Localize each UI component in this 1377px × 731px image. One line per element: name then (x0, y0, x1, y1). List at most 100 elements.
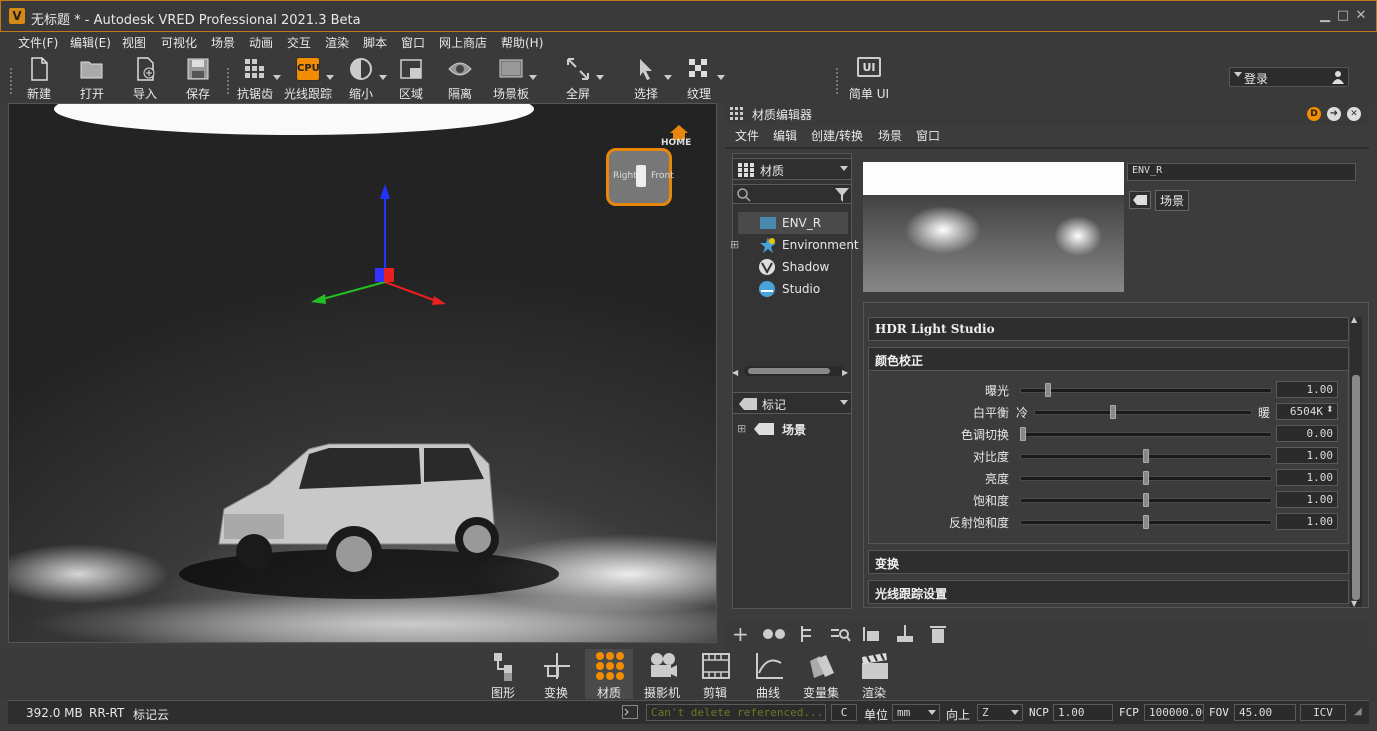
menu-file[interactable]: 文件(F) (18, 34, 58, 51)
me-menu-file[interactable]: 文件 (735, 127, 759, 144)
clear-message-button[interactable]: C (831, 704, 857, 721)
texture-button[interactable]: 纹理 (675, 55, 725, 101)
slider-value-input[interactable]: 1.00 (1276, 447, 1338, 464)
find-material-icon[interactable] (829, 625, 851, 643)
raytrace-button[interactable]: CPU 光线跟踪 (284, 55, 334, 101)
menu-interaction[interactable]: 交互 (287, 34, 311, 51)
material-item-environment[interactable]: ⊞ Environment (730, 234, 859, 256)
assign-material-icon[interactable] (862, 625, 882, 643)
menu-script[interactable]: 脚本 (363, 34, 387, 51)
slider-thumb[interactable] (1143, 493, 1149, 507)
tag-dropdown[interactable]: 标记 (732, 392, 852, 414)
slider-track[interactable] (1034, 410, 1252, 415)
chevron-down-icon[interactable] (326, 75, 334, 80)
dock-transform[interactable]: 变换 (532, 649, 580, 700)
home-button[interactable]: HOME (661, 124, 701, 150)
spinner-icon[interactable]: ⬍ (1326, 405, 1334, 415)
menu-view[interactable]: 视图 (122, 34, 146, 51)
me-menu-scene[interactable]: 场景 (878, 127, 902, 144)
fcp-input[interactable]: 100000.00 (1144, 704, 1204, 721)
slider-value-input[interactable]: 1.00 (1276, 381, 1338, 398)
maximize-button[interactable]: □ (1336, 9, 1350, 23)
unit-select[interactable]: mm (892, 704, 940, 721)
dock-curve[interactable]: 曲线 (744, 649, 792, 700)
render-viewport[interactable]: Right Front HOME (8, 103, 717, 643)
section-color-correction[interactable]: 颜色校正 (868, 347, 1349, 371)
slider-thumb[interactable] (1143, 449, 1149, 463)
menu-visualization[interactable]: 可视化 (161, 34, 197, 51)
slider-value-input[interactable]: 1.00 (1276, 513, 1338, 530)
terminal-icon[interactable] (622, 705, 638, 719)
section-raytracing-settings[interactable]: 光线跟踪设置 (868, 580, 1349, 604)
chevron-down-icon[interactable] (529, 75, 537, 80)
minimize-button[interactable]: ▁ (1318, 9, 1332, 23)
zoom-out-button[interactable]: 缩小 (337, 55, 387, 101)
ncp-input[interactable]: 1.00 (1053, 704, 1113, 721)
slider-value-input[interactable]: 0.00 (1276, 425, 1338, 442)
chevron-down-icon[interactable] (664, 75, 672, 80)
scroll-left-icon[interactable]: ◀ (732, 368, 738, 377)
properties-scrollbar[interactable]: ▲ ▼ (1350, 315, 1362, 608)
material-item-env-r[interactable]: ENV_R (738, 212, 848, 234)
slider-track[interactable] (1020, 388, 1272, 393)
select-button[interactable]: 选择 (622, 55, 672, 101)
chevron-down-icon[interactable] (717, 75, 725, 80)
close-icon[interactable]: ✕ (1347, 107, 1361, 121)
slider-thumb[interactable] (1044, 383, 1051, 397)
dock-render[interactable]: 渲染 (850, 649, 898, 700)
scroll-down-icon[interactable]: ▼ (1351, 599, 1357, 608)
dock-clip[interactable]: 剪辑 (691, 649, 739, 700)
trash-icon[interactable] (930, 624, 946, 644)
chevron-down-icon[interactable] (273, 75, 281, 80)
tag-cloud-label[interactable]: 标记云 (133, 706, 169, 723)
section-hdr-light-studio[interactable]: HDR Light Studio (868, 317, 1349, 341)
open-button[interactable]: 打开 (68, 55, 116, 101)
material-filter-dropdown[interactable]: 材质 (732, 158, 852, 180)
expand-plus-icon[interactable]: ⊞ (737, 422, 746, 435)
add-material-icon[interactable]: + (732, 622, 749, 646)
menu-window[interactable]: 窗口 (401, 34, 425, 51)
slider-value-input[interactable]: 1.00 (1276, 469, 1338, 486)
isolate-button[interactable]: 隔离 (436, 55, 484, 101)
fullscreen-button[interactable]: 全屏 (554, 55, 604, 101)
new-button[interactable]: 新建 (15, 55, 63, 101)
scene-tag-icon[interactable] (1129, 191, 1151, 209)
grid-handle-icon[interactable] (730, 107, 744, 121)
menu-webstore[interactable]: 网上商店 (439, 34, 487, 51)
menu-animation[interactable]: 动画 (249, 34, 273, 51)
slider-thumb[interactable] (1143, 471, 1149, 485)
brush-icon[interactable] (895, 624, 915, 644)
section-transform[interactable]: 变换 (868, 550, 1349, 574)
me-menu-window[interactable]: 窗口 (916, 127, 940, 144)
message-field[interactable]: Can't delete referenced... (646, 704, 826, 721)
material-item-studio[interactable]: Studio (738, 278, 848, 300)
login-dropdown[interactable]: 登录 (1229, 67, 1349, 87)
scroll-up-icon[interactable]: ▲ (1351, 315, 1357, 324)
icv-button[interactable]: ICV (1300, 704, 1346, 721)
scroll-right-icon[interactable]: ▶ (842, 368, 848, 377)
dock-badge-icon[interactable]: D (1307, 107, 1321, 121)
me-menu-create[interactable]: 创建/转换 (811, 127, 863, 144)
slider-thumb[interactable] (1143, 515, 1149, 529)
scene-tag-chip[interactable]: 场景 (1155, 190, 1190, 211)
chevron-down-icon[interactable] (379, 75, 387, 80)
chevron-down-icon[interactable] (596, 75, 604, 80)
import-button[interactable]: 导入 (121, 55, 169, 101)
resize-grip-icon[interactable]: ◢ (1354, 706, 1362, 717)
antialias-button[interactable]: 抗锯齿 (231, 55, 281, 101)
navigation-cube[interactable]: Right Front (606, 148, 674, 206)
material-search-input[interactable] (732, 184, 852, 204)
dock-variant-sets[interactable]: 变量集 (797, 649, 845, 700)
region-button[interactable]: 区域 (387, 55, 435, 101)
material-name-field[interactable]: ENV_R (1127, 163, 1356, 181)
arrow-right-icon[interactable]: ➜ (1327, 107, 1341, 121)
close-button[interactable]: ✕ (1354, 9, 1368, 23)
dock-graph[interactable]: 图形 (479, 649, 527, 700)
tree-structure-icon[interactable] (799, 625, 815, 643)
save-button[interactable]: 保存 (174, 55, 222, 101)
filter-funnel-icon[interactable] (835, 188, 849, 202)
material-item-shadow[interactable]: Shadow (738, 256, 848, 278)
simple-ui-button[interactable]: UI 简单 UI (845, 55, 893, 101)
material-list-scrollbar[interactable] (744, 366, 844, 376)
tag-tree-item[interactable]: ⊞ 场景 (732, 419, 852, 439)
